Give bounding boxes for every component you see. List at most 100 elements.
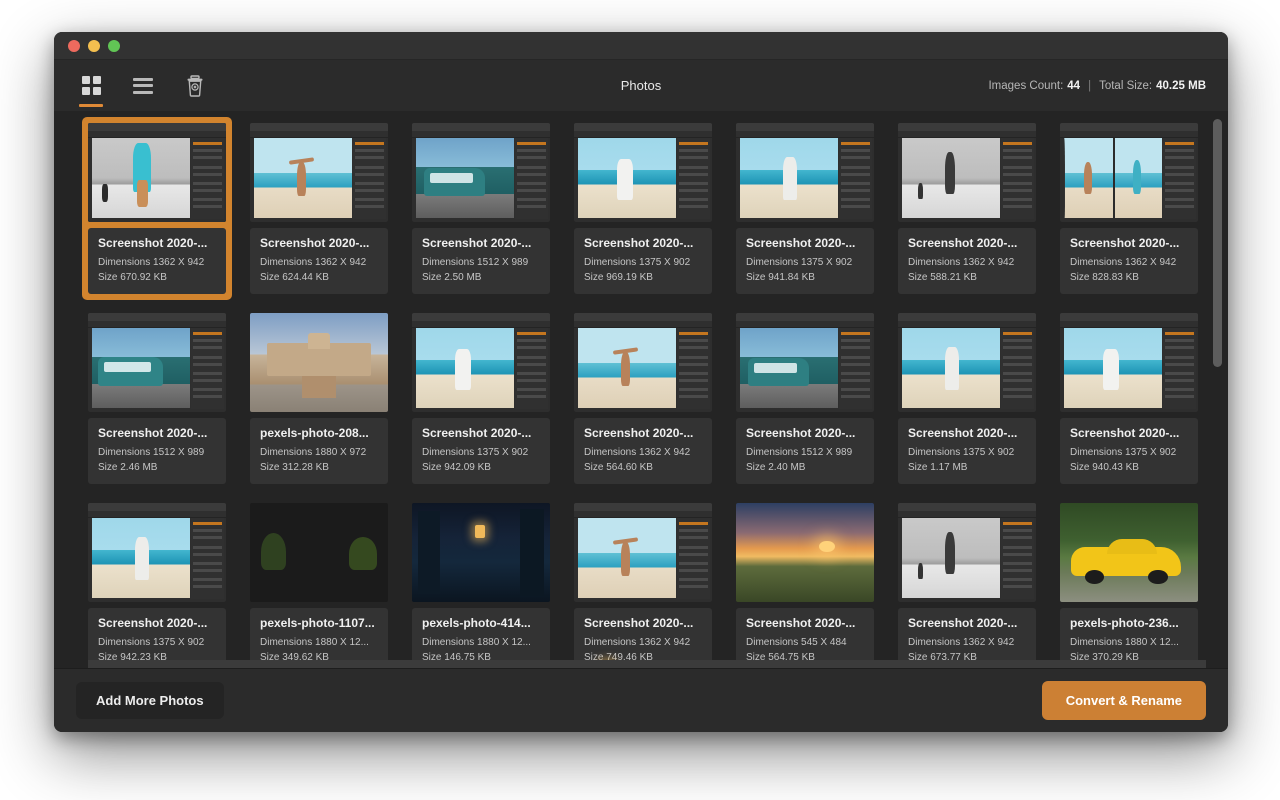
photo-thumbnail	[250, 503, 388, 602]
photo-thumbnail	[1060, 123, 1198, 222]
photo-card[interactable]: Screenshot 2020-... Dimensions 1375 X 902…	[736, 123, 874, 294]
photo-filename: Screenshot 2020-...	[908, 616, 1028, 630]
photo-dimensions: Dimensions 1375 X 902	[746, 255, 866, 270]
photo-dimensions: Dimensions 1362 X 942	[908, 255, 1028, 270]
photo-card[interactable]: Screenshot 2020-...Dimensions 1362 X 942…	[574, 313, 712, 484]
photo-filesize: Size 670.92 KB	[98, 270, 218, 285]
trash-button[interactable]	[180, 69, 210, 103]
photo-card-info: pexels-photo-414... Dimensions 1880 X 12.…	[412, 608, 550, 668]
photo-dimensions: Dimensions 1512 X 989	[98, 445, 218, 460]
photo-card-info: Screenshot 2020-...Dimensions 1362 X 942…	[898, 608, 1036, 668]
photo-filename: Screenshot 2020-...	[908, 426, 1028, 440]
view-mode-group	[76, 69, 210, 103]
photo-card-info: Screenshot 2020-... Dimensions 1375 X 902…	[736, 228, 874, 294]
photo-filename: Screenshot 2020-...	[98, 426, 218, 440]
photo-thumbnail	[412, 503, 550, 602]
photo-dimensions: Dimensions 1880 X 12...	[422, 635, 542, 650]
photo-card[interactable]: pexels-photo-414... Dimensions 1880 X 12.…	[412, 503, 550, 668]
active-view-indicator	[79, 104, 103, 107]
photo-filesize: Size 564.60 KB	[584, 460, 704, 475]
photo-card-info: Screenshot 2020-...Dimensions 1362 X 942…	[574, 418, 712, 484]
photo-filename: Screenshot 2020-...	[746, 236, 866, 250]
photo-thumbnail	[250, 313, 388, 412]
photo-card-info: pexels-photo-236...Dimensions 1880 X 12.…	[1060, 608, 1198, 668]
photo-filename: Screenshot 2020-...	[260, 236, 380, 250]
photo-filesize: Size 940.43 KB	[1070, 460, 1190, 475]
photo-filename: pexels-photo-236...	[1070, 616, 1190, 630]
photo-thumbnail-partial[interactable]	[1060, 660, 1198, 668]
photo-card-info: Screenshot 2020-...Dimensions 1375 X 902…	[1060, 418, 1198, 484]
maximize-window-button[interactable]	[108, 40, 120, 52]
photo-thumbnail	[574, 503, 712, 602]
photo-card[interactable]: Screenshot 2020-...Dimensions 1362 X 942…	[898, 503, 1036, 668]
photo-card-info: Screenshot 2020-...Dimensions 1375 X 902…	[898, 418, 1036, 484]
photo-dimensions: Dimensions 1375 X 902	[1070, 445, 1190, 460]
photo-filename: Screenshot 2020-...	[1070, 236, 1190, 250]
photo-dimensions: Dimensions 1362 X 942	[98, 255, 218, 270]
photo-thumbnail	[412, 123, 550, 222]
photo-thumbnail	[88, 123, 226, 222]
gallery-scroll-area[interactable]: Screenshot 2020-... Dimensions 1362 X 942…	[54, 111, 1228, 668]
footer-bar: Add More Photos Convert & Rename	[54, 668, 1228, 732]
photo-filesize: Size 588.21 KB	[908, 270, 1028, 285]
photo-card[interactable]: Screenshot 2020-... Dimensions 1512 X 989…	[88, 313, 226, 484]
photo-card[interactable]: Screenshot 2020-... Dimensions 1362 X 942…	[898, 123, 1036, 294]
photo-filename: Screenshot 2020-...	[908, 236, 1028, 250]
photo-card-info: Screenshot 2020-...Dimensions 545 X 484S…	[736, 608, 874, 668]
total-size-label: Total Size:	[1099, 80, 1152, 92]
photo-thumbnail	[736, 123, 874, 222]
photo-filesize: Size 969.19 KB	[584, 270, 704, 285]
list-view-button[interactable]	[128, 69, 158, 103]
photo-filename: Screenshot 2020-...	[584, 426, 704, 440]
grid-icon	[82, 76, 101, 95]
convert-rename-button[interactable]: Convert & Rename	[1042, 681, 1206, 720]
photo-card-info: Screenshot 2020-... Dimensions 1362 X 942…	[898, 228, 1036, 294]
photo-filename: Screenshot 2020-...	[746, 426, 866, 440]
photo-card[interactable]: pexels-photo-1107...Dimensions 1880 X 12…	[250, 503, 388, 668]
photo-card[interactable]: Screenshot 2020-... Dimensions 1512 X 989…	[736, 313, 874, 484]
photo-card[interactable]: Screenshot 2020-...Dimensions 1375 X 902…	[898, 313, 1036, 484]
photo-card-info: Screenshot 2020-... Dimensions 1375 X 902…	[88, 608, 226, 668]
stats-separator: |	[1088, 80, 1091, 92]
close-window-button[interactable]	[68, 40, 80, 52]
photo-filename: Screenshot 2020-...	[98, 616, 218, 630]
photo-card[interactable]: Screenshot 2020-...Dimensions 1375 X 902…	[574, 123, 712, 294]
photo-dimensions: Dimensions 1362 X 942	[260, 255, 380, 270]
vertical-scrollbar[interactable]	[1213, 117, 1222, 662]
photo-card-info: Screenshot 2020-...Dimensions 1362 X 942…	[574, 608, 712, 668]
photo-card[interactable]: pexels-photo-208...Dimensions 1880 X 972…	[250, 313, 388, 484]
scrollbar-thumb[interactable]	[1213, 119, 1222, 367]
photo-dimensions: Dimensions 1375 X 902	[98, 635, 218, 650]
photo-filesize: Size 828.83 KB	[1070, 270, 1190, 285]
photo-filename: Screenshot 2020-...	[422, 236, 542, 250]
photo-card-info: Screenshot 2020-...Dimensions 1512 X 989…	[412, 228, 550, 294]
photo-filename: pexels-photo-208...	[260, 426, 380, 440]
photo-filename: Screenshot 2020-...	[422, 426, 542, 440]
photo-dimensions: Dimensions 1512 X 989	[746, 445, 866, 460]
photo-card-info: Screenshot 2020-... Dimensions 1512 X 989…	[736, 418, 874, 484]
photo-card[interactable]: Screenshot 2020-...Dimensions 1512 X 989…	[412, 123, 550, 294]
photo-thumbnail	[898, 313, 1036, 412]
photo-filesize: Size 2.50 MB	[422, 270, 542, 285]
photo-filename: pexels-photo-414...	[422, 616, 542, 630]
add-more-photos-button[interactable]: Add More Photos	[76, 682, 224, 719]
photo-thumbnail	[574, 123, 712, 222]
photo-card[interactable]: Screenshot 2020-...Dimensions 1375 X 902…	[412, 313, 550, 484]
photo-card[interactable]: Screenshot 2020-...Dimensions 1375 X 902…	[1060, 313, 1198, 484]
photo-card[interactable]: Screenshot 2020-...Dimensions 1362 X 942…	[574, 503, 712, 668]
photo-card[interactable]: Screenshot 2020-... Dimensions 1375 X 902…	[88, 503, 226, 668]
photo-filename: Screenshot 2020-...	[584, 236, 704, 250]
grid-view-button[interactable]	[76, 69, 106, 103]
photo-card-selected[interactable]: Screenshot 2020-...Dimensions 1362 X 942…	[82, 117, 232, 300]
photo-card[interactable]: pexels-photo-236...Dimensions 1880 X 12.…	[1060, 503, 1198, 668]
photo-card[interactable]: Screenshot 2020-...Dimensions 1362 X 942…	[1060, 123, 1198, 294]
photo-card-info: Screenshot 2020-...Dimensions 1375 X 902…	[574, 228, 712, 294]
photo-card[interactable]: Screenshot 2020-... Dimensions 1362 X 942…	[250, 123, 388, 294]
photo-thumbnail	[1060, 503, 1198, 602]
photo-card[interactable]: Screenshot 2020-...Dimensions 545 X 484S…	[736, 503, 874, 668]
photo-card-info: pexels-photo-1107...Dimensions 1880 X 12…	[250, 608, 388, 668]
photo-filesize: Size 942.09 KB	[422, 460, 542, 475]
minimize-window-button[interactable]	[88, 40, 100, 52]
images-count-value: 44	[1067, 80, 1080, 92]
photo-thumbnail	[736, 313, 874, 412]
